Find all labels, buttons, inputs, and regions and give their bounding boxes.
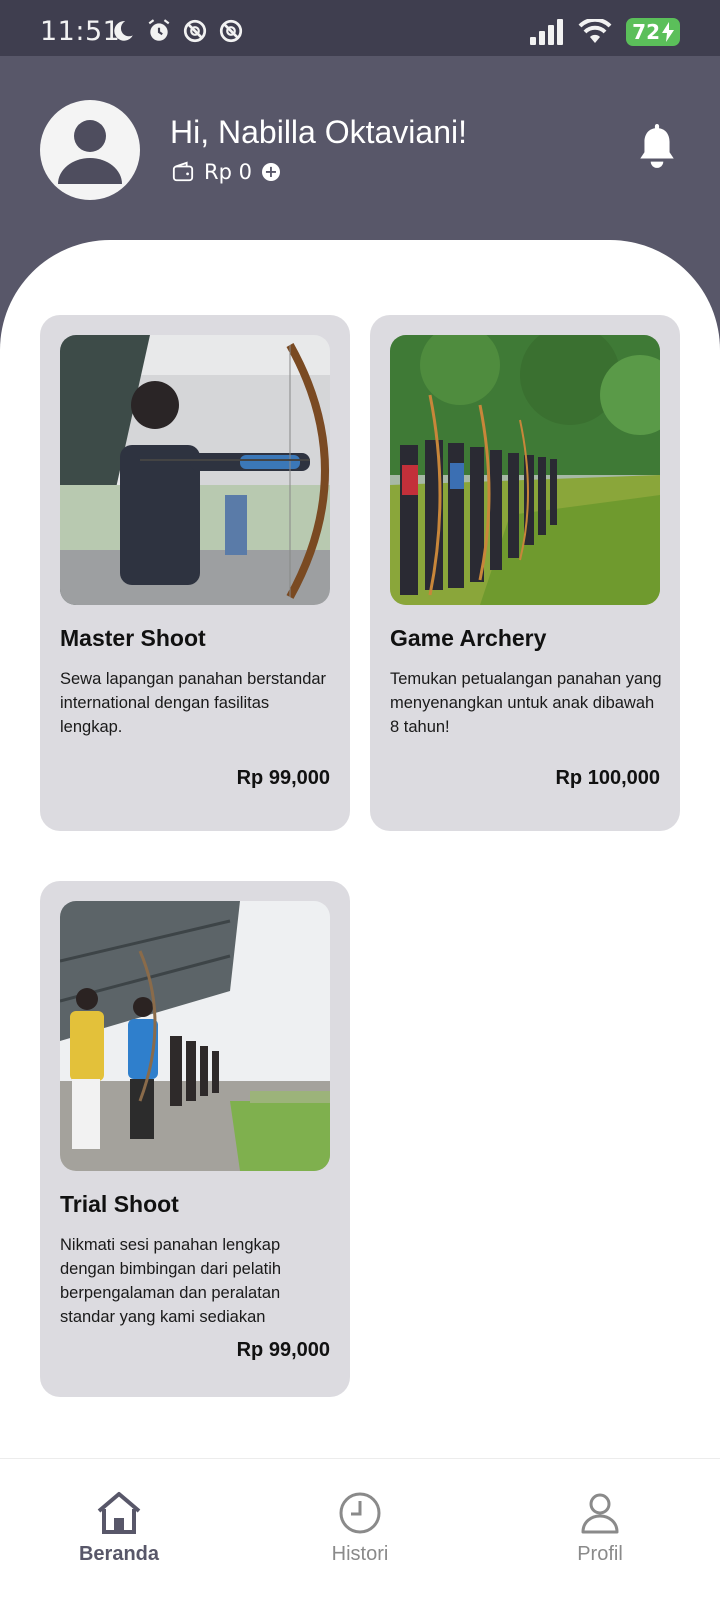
status-notification-icons	[110, 18, 244, 44]
nav-label: Profil	[577, 1543, 623, 1565]
wallet-amount: Rp 0	[204, 160, 252, 184]
product-card-master-shoot[interactable]: Master Shoot Sewa lapangan panahan berst…	[40, 315, 350, 831]
wifi-icon	[578, 19, 612, 43]
status-time: 11:51	[40, 16, 121, 47]
nav-label: Beranda	[78, 1543, 160, 1565]
card-image	[60, 335, 330, 605]
archer-photo	[60, 335, 330, 605]
status-system-icons: 72	[530, 18, 680, 46]
product-card-trial-shoot[interactable]: Trial Shoot Nikmati sesi panahan lengkap…	[40, 881, 350, 1397]
card-image	[60, 901, 330, 1171]
card-title: Trial Shoot	[60, 1191, 179, 1217]
card-description: Temukan petualangan panahan yang menyena…	[390, 670, 662, 736]
plus-circle-icon[interactable]: +	[261, 163, 280, 181]
card-description: Nikmati sesi panahan lengkap dengan bimb…	[60, 1236, 282, 1326]
location-off-icon	[219, 19, 243, 43]
battery-icon: 72	[626, 18, 680, 46]
alarm-icon	[148, 19, 170, 41]
wallet-balance[interactable]: Rp 0 +	[172, 160, 280, 184]
status-bar: 11:51 72	[0, 0, 720, 56]
trial-shoot-photo	[60, 901, 330, 1171]
card-title: Master Shoot	[60, 625, 206, 651]
greeting-text: Hi, Nabilla Oktaviani!	[170, 114, 467, 150]
wallet-icon	[172, 161, 194, 182]
bell-icon[interactable]	[636, 124, 678, 170]
content-area: Master Shoot Sewa lapangan panahan berst…	[0, 240, 720, 1460]
person-icon	[581, 1493, 619, 1534]
card-price: Rp 99,000	[236, 1339, 330, 1361]
home-icon	[97, 1492, 141, 1534]
nav-beranda[interactable]: Beranda	[49, 1489, 189, 1566]
user-icon	[58, 120, 122, 184]
avatar[interactable]	[40, 100, 140, 200]
card-image	[390, 335, 660, 605]
nav-histori[interactable]: Histori	[290, 1489, 430, 1566]
signal-icon	[530, 19, 564, 45]
clock-icon	[339, 1492, 381, 1534]
card-price: Rp 99,000	[236, 767, 330, 789]
archery-range-photo	[390, 335, 660, 605]
moon-icon	[114, 21, 133, 41]
bottom-navigation: Beranda Histori Profil	[0, 1458, 720, 1600]
product-card-game-archery[interactable]: Game Archery Temukan petualangan panahan…	[370, 315, 680, 831]
card-title: Game Archery	[390, 625, 547, 651]
nav-profil[interactable]: Profil	[530, 1489, 670, 1566]
charging-icon	[662, 22, 674, 42]
nav-label: Histori	[331, 1543, 389, 1565]
location-off-icon	[183, 19, 207, 43]
card-description: Sewa lapangan panahan berstandar interna…	[60, 670, 327, 736]
card-price: Rp 100,000	[555, 767, 660, 789]
battery-level: 72	[632, 20, 660, 44]
